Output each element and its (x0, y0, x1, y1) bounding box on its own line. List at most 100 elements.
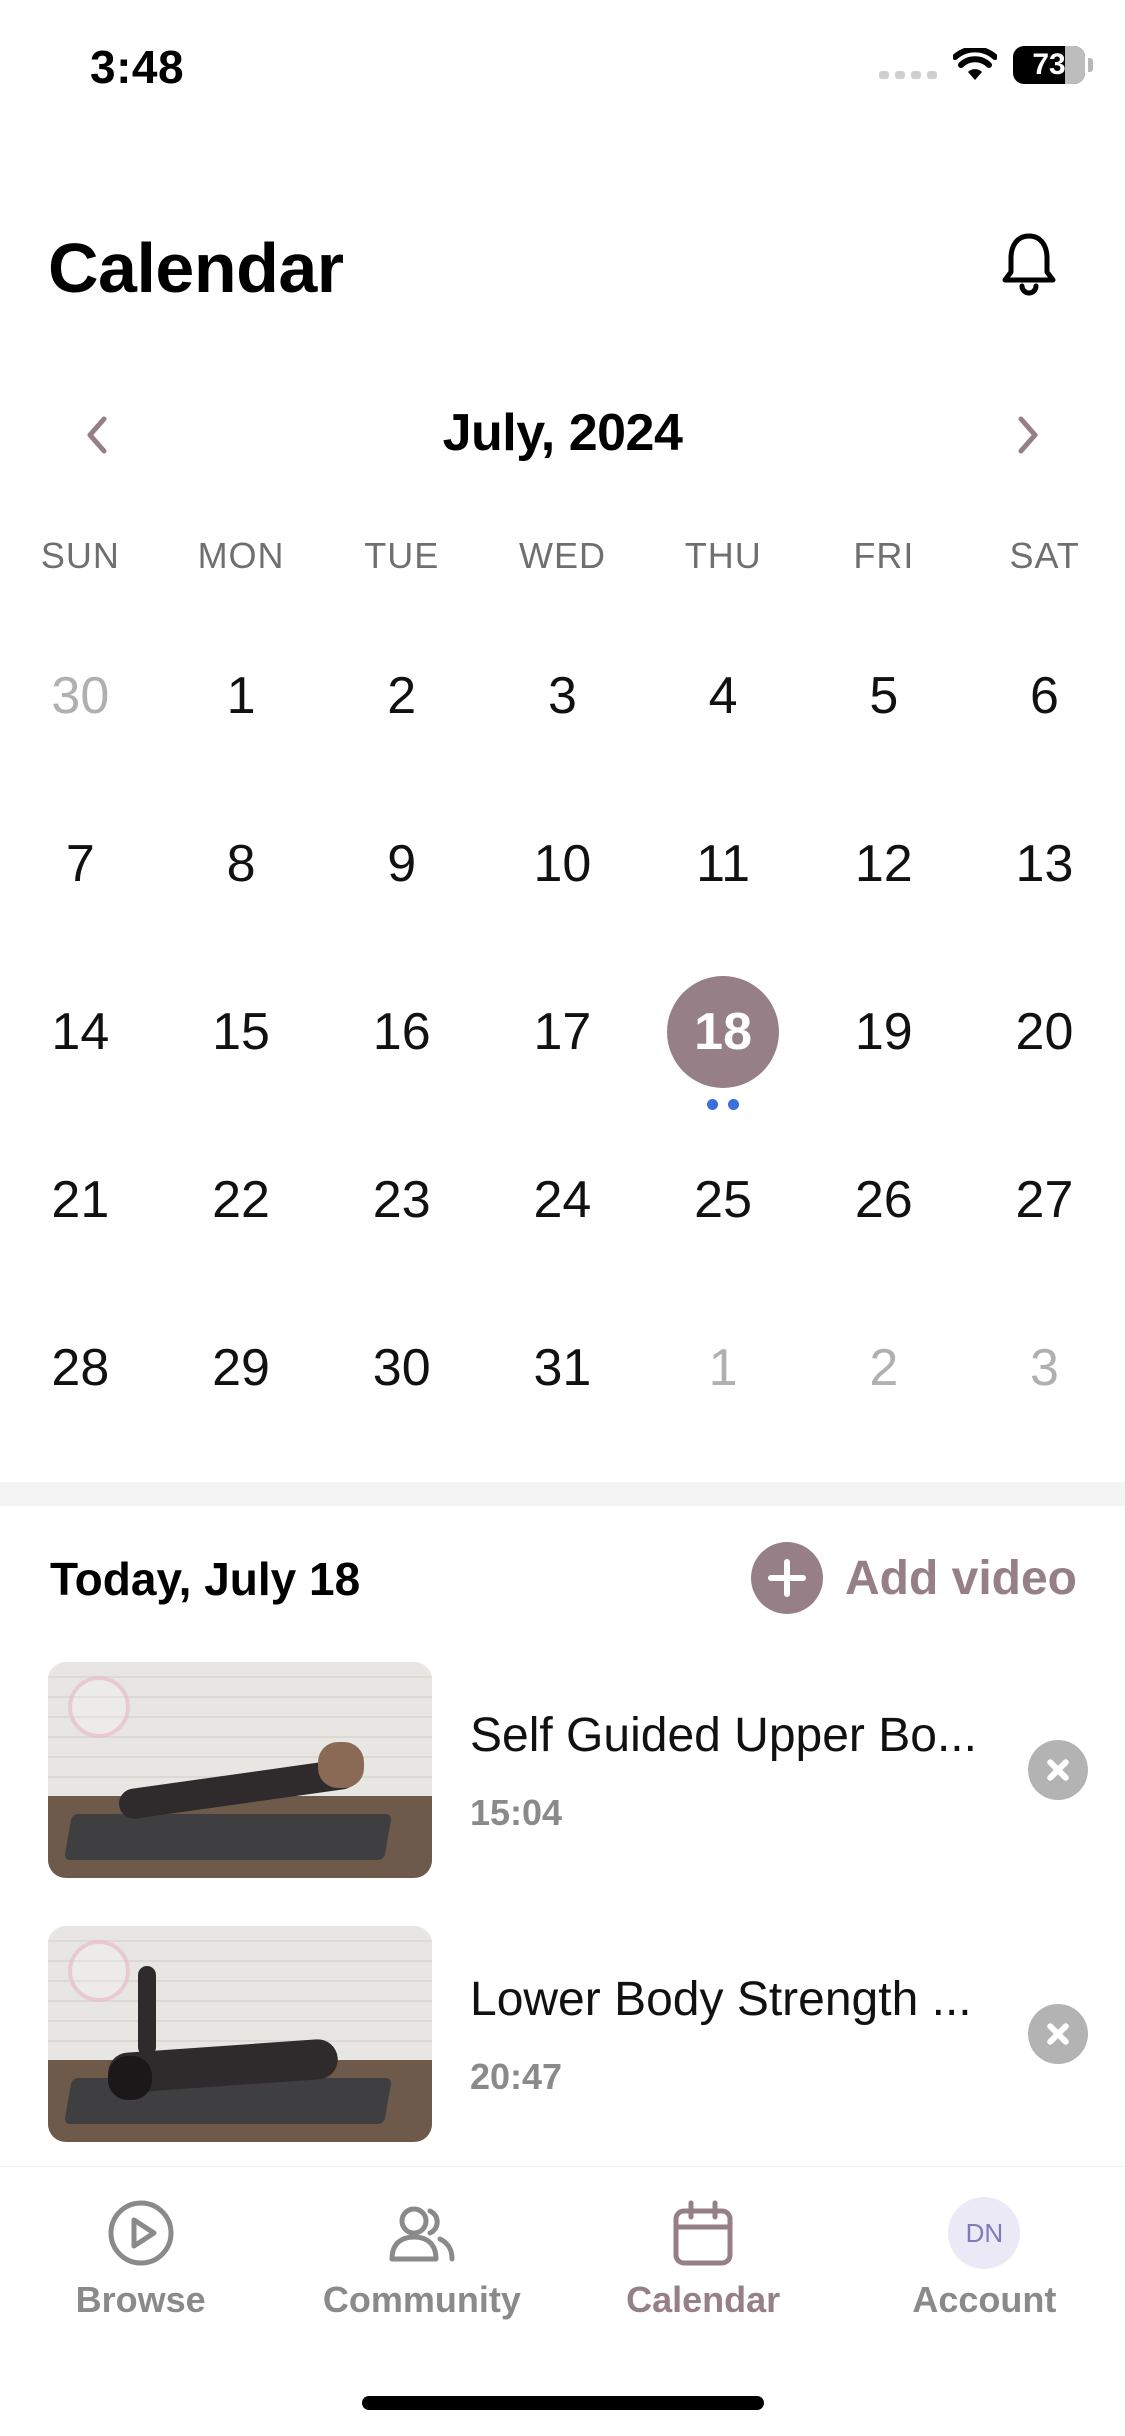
video-thumbnail[interactable] (48, 1662, 432, 1878)
day-number: 1 (708, 1339, 738, 1397)
page-title: Calendar (48, 229, 344, 307)
remove-video-button[interactable] (1028, 2004, 1088, 2064)
calendar-day[interactable]: 31 (482, 1292, 643, 1460)
day-number: 10 (533, 835, 592, 893)
calendar-day[interactable]: 9 (321, 788, 482, 956)
calendar-day[interactable]: 26 (803, 1124, 964, 1292)
add-video-button[interactable]: Add video (750, 1542, 1077, 1614)
weekday-wed: WED (518, 535, 606, 576)
day-number: 30 (51, 667, 110, 725)
day-number: 26 (854, 1171, 913, 1229)
calendar-day[interactable]: 20 (964, 956, 1125, 1124)
calendar-day[interactable]: 22 (161, 1124, 322, 1292)
day-number: 24 (533, 1171, 592, 1229)
timer-overlay-icon (68, 1676, 130, 1738)
video-title: Self Guided Upper Bo... (470, 1709, 977, 1762)
calendar-day[interactable]: 5 (803, 620, 964, 788)
tab-account[interactable]: DN Account (844, 2167, 1125, 2436)
calendar-day[interactable]: 30 (321, 1292, 482, 1460)
calendar-day[interactable]: 29 (161, 1292, 322, 1460)
calendar-day[interactable]: 12 (803, 788, 964, 956)
calendar-day[interactable]: 19 (803, 956, 964, 1124)
calendar-day[interactable]: 23 (321, 1124, 482, 1292)
day-number: 2 (387, 667, 417, 725)
day-number: 31 (533, 1339, 592, 1397)
plus-icon (750, 1542, 823, 1614)
calendar-day[interactable]: 14 (0, 956, 161, 1124)
day-number: 18 (667, 976, 780, 1088)
calendar-day[interactable]: 10 (482, 788, 643, 956)
calendar-day[interactable]: 7 (0, 788, 161, 956)
day-number: 29 (212, 1339, 270, 1397)
day-number: 17 (533, 1003, 592, 1061)
weekday-thu: THU (684, 535, 762, 576)
day-number: 5 (869, 667, 899, 725)
calendar-day[interactable]: 13 (964, 788, 1125, 956)
calendar-day[interactable]: 2 (803, 1292, 964, 1460)
video-duration: 15:04 (470, 1792, 563, 1833)
cellular-signal-icon (879, 51, 937, 79)
status-icons: 73 (879, 46, 1093, 84)
month-label: July, 2024 (442, 404, 683, 462)
tab-label: Calendar (626, 2279, 781, 2320)
calendar-day[interactable]: 16 (321, 956, 482, 1124)
calendar-day[interactable]: 1 (161, 620, 322, 788)
add-video-label: Add video (844, 1551, 1077, 1605)
tab-label: Account (912, 2279, 1057, 2320)
calendar-day[interactable]: 2 (321, 620, 482, 788)
calendar-day[interactable]: 21 (0, 1124, 161, 1292)
video-list-item[interactable]: Self Guided Upper Bo... 15:04 (48, 1662, 1088, 1878)
today-heading: Today, July 18 (50, 1553, 361, 1605)
calendar-day[interactable]: 30 (0, 620, 161, 788)
event-dots (707, 1099, 740, 1110)
calendar-day[interactable]: 11 (643, 788, 804, 956)
users-icon (386, 2197, 458, 2269)
timer-overlay-icon (68, 1940, 130, 2002)
weekday-header: SUN MON TUE WED THU FRI SAT (0, 535, 1125, 577)
tab-label: Community (322, 2279, 521, 2320)
month-navigation: July, 2024 (0, 395, 1125, 475)
day-number: 3 (547, 667, 577, 725)
day-number: 8 (226, 835, 256, 893)
day-number: 22 (212, 1171, 270, 1229)
play-circle-icon (105, 2197, 177, 2269)
remove-video-button[interactable] (1028, 1740, 1088, 1800)
day-number: 20 (1015, 1003, 1074, 1061)
video-duration: 20:47 (470, 2056, 563, 2097)
day-number: 4 (708, 667, 738, 725)
event-dot (707, 1099, 719, 1110)
weekday-fri: FRI (853, 535, 915, 576)
day-number: 3 (1030, 1339, 1059, 1397)
calendar-day[interactable]: 1 (643, 1292, 804, 1460)
battery-level: 73 (1032, 48, 1066, 81)
video-list-item[interactable]: Lower Body Strength ... 20:47 (48, 1926, 1088, 2142)
weekday-tue: TUE (364, 535, 440, 576)
day-number: 6 (1030, 667, 1059, 725)
calendar-day[interactable]: 27 (964, 1124, 1125, 1292)
calendar-day[interactable]: 25 (643, 1124, 804, 1292)
calendar-days-grid: 30 1 2 3 4 5 6 7 8 9 10 11 12 13 14 15 1… (0, 620, 1125, 1460)
next-month-chevron-icon[interactable] (999, 405, 1055, 465)
calendar-day[interactable]: 6 (964, 620, 1125, 788)
calendar-day[interactable]: 3 (482, 620, 643, 788)
video-thumbnail[interactable] (48, 1926, 432, 2142)
tab-browse[interactable]: Browse (0, 2167, 281, 2436)
calendar-day[interactable]: 4 (643, 620, 804, 788)
day-number: 30 (372, 1339, 431, 1397)
weekday-sun: SUN (40, 535, 120, 576)
calendar-day[interactable]: 24 (482, 1124, 643, 1292)
calendar-day[interactable]: 3 (964, 1292, 1125, 1460)
home-indicator (362, 2396, 764, 2410)
weekday-mon: MON (197, 535, 285, 576)
status-bar: 3:48 73 (0, 0, 1125, 140)
calendar-day[interactable]: 8 (161, 788, 322, 956)
calendar-day-selected[interactable]: 18 (643, 956, 804, 1124)
calendar-day[interactable]: 15 (161, 956, 322, 1124)
day-number: 27 (1015, 1171, 1074, 1229)
calendar-day[interactable]: 17 (482, 956, 643, 1124)
video-title: Lower Body Strength ... (470, 1973, 972, 2026)
day-number: 9 (387, 835, 417, 893)
calendar-day[interactable]: 28 (0, 1292, 161, 1460)
notification-bell-icon[interactable] (993, 228, 1065, 300)
day-number: 14 (51, 1003, 110, 1061)
